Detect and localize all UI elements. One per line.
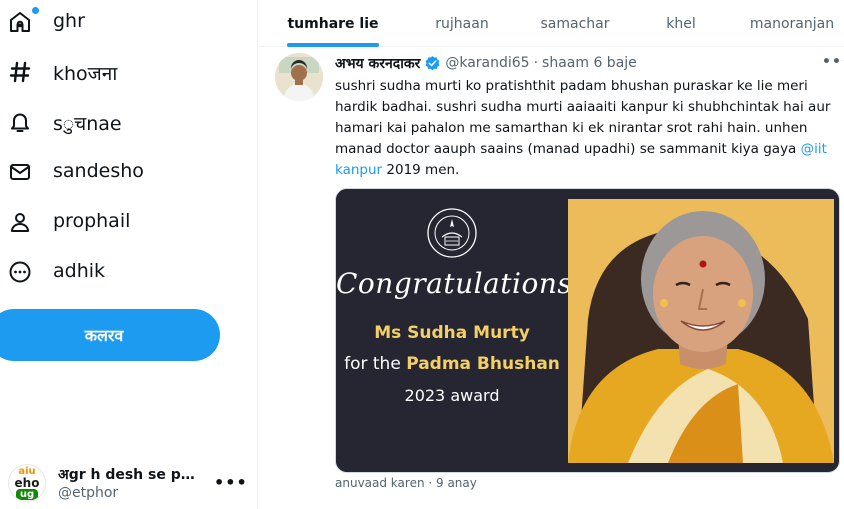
sidebar-item-label: prophail (53, 210, 131, 232)
award-line: for the Padma Bhushan (336, 354, 568, 374)
more-dots-icon[interactable]: ••• (214, 473, 248, 492)
sidebar: ghr khoजना sुचnae sandesho prophail adhi… (0, 0, 258, 509)
sidebar-item-explore[interactable]: khoजना (0, 50, 200, 94)
tab-entertainment[interactable]: manoranjan (737, 0, 844, 47)
avatar: aiu eho ug (8, 464, 46, 502)
sidebar-item-label: sandesho (53, 160, 144, 182)
avatar-text-bottom: ug (15, 488, 39, 500)
tweet-text-body: sushri sudha murti ko pratishthit padam … (335, 78, 831, 157)
sidebar-item-label: khoजना (53, 63, 118, 85)
translate-link[interactable]: anuvaad karen · 9 anay (335, 476, 477, 490)
post-button[interactable]: कलरव (0, 309, 220, 361)
congratulations-heading: Congratulations! (336, 267, 584, 300)
hashtag-icon (8, 60, 32, 84)
tweet-text: sushri sudha murti ko pratishthit padam … (335, 76, 831, 181)
tweet-media-image[interactable]: Congratulations! Ms Sudha Murty for the … (335, 188, 840, 473)
award-year: 2023 award (404, 386, 500, 405)
sidebar-item-profile[interactable]: prophail (0, 200, 200, 244)
tweet-text-tail: 2019 men. (386, 162, 460, 178)
timeline-tabs: tumhare lie rujhaan samachar khel manora… (259, 0, 844, 47)
award-name: Padma Bhushan (406, 354, 560, 374)
sidebar-item-home[interactable]: ghr (0, 0, 200, 44)
account-name: अgr h desh se pyaar hai… (58, 467, 203, 483)
tweet-timestamp[interactable]: shaam 6 baje (542, 55, 637, 71)
sidebar-item-label: sुचnae (53, 113, 122, 135)
sidebar-item-label: adhik (53, 260, 106, 282)
more-circle-icon (8, 260, 32, 284)
separator-dot: · (533, 55, 539, 71)
tab-for-you[interactable]: tumhare lie (259, 0, 407, 47)
home-icon (8, 7, 39, 34)
sidebar-item-label: ghr (53, 10, 85, 32)
avatar-text-top: aiu (18, 465, 36, 477)
account-handle: @etphor (58, 485, 119, 501)
account-switcher[interactable]: aiu eho ug अgr h desh se pyaar hai… @etp… (0, 457, 258, 509)
tab-sports[interactable]: khel (621, 0, 741, 47)
honoree-name: Ms Sudha Murty (374, 323, 530, 343)
person-icon (8, 210, 32, 234)
sidebar-item-messages[interactable]: sandesho (0, 150, 200, 194)
main-timeline: tumhare lie rujhaan samachar khel manora… (259, 0, 844, 509)
bell-icon (8, 110, 32, 134)
sidebar-item-more[interactable]: adhik (0, 250, 200, 294)
award-prefix: for the (344, 354, 401, 374)
more-dots-icon[interactable]: ••• (822, 54, 844, 70)
notification-dot (32, 7, 39, 14)
institute-seal-icon (427, 208, 477, 258)
author-name[interactable]: अभय करनदाकर (335, 54, 420, 73)
envelope-icon (8, 160, 32, 184)
sidebar-item-notifications[interactable]: sुचnae (0, 100, 200, 144)
verified-badge-icon (425, 55, 440, 70)
tweet[interactable]: अभय करनदाकर @karandi65 · shaam 6 baje ••… (259, 47, 844, 509)
avatar[interactable] (275, 53, 323, 101)
author-handle[interactable]: @karandi65 (445, 55, 529, 71)
avatar-text-middle: eho (14, 475, 40, 490)
portrait-photo (568, 199, 834, 463)
tweet-header: अभय करनदाकर @karandi65 · shaam 6 baje (335, 53, 637, 73)
media-text-panel: Congratulations! Ms Sudha Murty for the … (336, 189, 584, 472)
